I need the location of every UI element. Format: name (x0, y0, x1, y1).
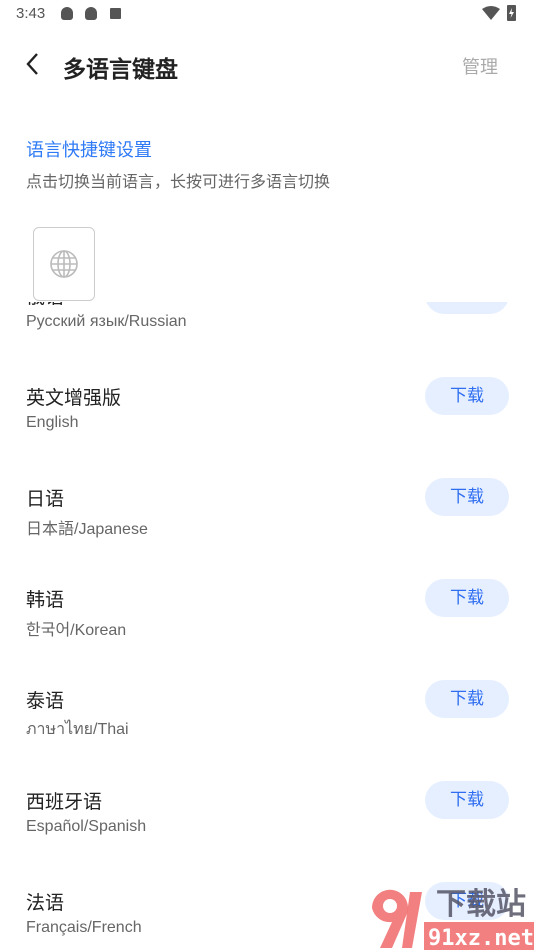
download-button[interactable]: 下载 (425, 579, 509, 617)
language-name: 日语 (26, 488, 65, 510)
status-time: 3:43 (16, 5, 46, 22)
language-name: 英文增强版 (26, 387, 122, 409)
back-arrow-icon[interactable] (22, 50, 46, 78)
language-name: 法语 (26, 892, 65, 914)
status-bar: 3:43 (0, 0, 534, 28)
shortcut-hint: 点击切换当前语言，长按可进行多语言切换 (26, 172, 331, 191)
battery-charging-icon (507, 5, 516, 21)
globe-icon (50, 250, 78, 278)
page-title: 多语言键盘 (63, 57, 178, 83)
language-native-name: ภาษาไทย/Thai (26, 721, 129, 738)
language-row: 韩语 한국어/Korean 下载 (0, 575, 534, 676)
language-native-name: Español/Spanish (26, 818, 147, 835)
download-button[interactable]: 下载 (425, 302, 509, 314)
download-button[interactable]: 下载 (425, 781, 509, 819)
language-row: 日语 日本語/Japanese 下载 (0, 474, 534, 575)
language-row: 西班牙语 Español/Spanish 下载 (0, 777, 534, 878)
language-switch-key[interactable] (33, 227, 95, 301)
language-row: 泰语 ภาษาไทย/Thai 下载 (0, 676, 534, 777)
qq-icon (85, 7, 97, 20)
language-native-name: 한국어/Korean (26, 622, 127, 639)
svg-text:下载站: 下载站 (436, 887, 526, 922)
svg-text:91xz.net: 91xz.net (428, 926, 534, 950)
download-button[interactable]: 下载 (425, 377, 509, 415)
language-native-name: English (26, 414, 79, 431)
language-name: 韩语 (26, 589, 65, 611)
watermark-logo: 下载站 91xz.net (371, 887, 534, 950)
language-shortcut-settings-link[interactable]: 语言快捷键设置 (26, 136, 152, 162)
language-native-name: 日本語/Japanese (26, 521, 148, 538)
language-row: 俄语 Русский язык/Russian 下载 (0, 302, 534, 373)
wifi-icon (482, 6, 500, 20)
qq-icon (61, 7, 73, 20)
language-name: 泰语 (26, 690, 65, 712)
language-list: 俄语 Русский язык/Russian 下载英文增强版 English … (0, 302, 534, 950)
a-notification-icon (110, 8, 121, 19)
language-row: 英文增强版 English 下载 (0, 373, 534, 474)
language-name: 俄语 (26, 302, 64, 309)
app-header: 多语言键盘 管理 (0, 40, 534, 90)
language-native-name: Français/French (26, 919, 142, 936)
language-native-name: Русский язык/Russian (26, 313, 187, 330)
language-name: 西班牙语 (26, 791, 103, 813)
manage-button[interactable]: 管理 (462, 53, 498, 79)
download-button[interactable]: 下载 (425, 478, 509, 516)
download-button[interactable]: 下载 (425, 680, 509, 718)
